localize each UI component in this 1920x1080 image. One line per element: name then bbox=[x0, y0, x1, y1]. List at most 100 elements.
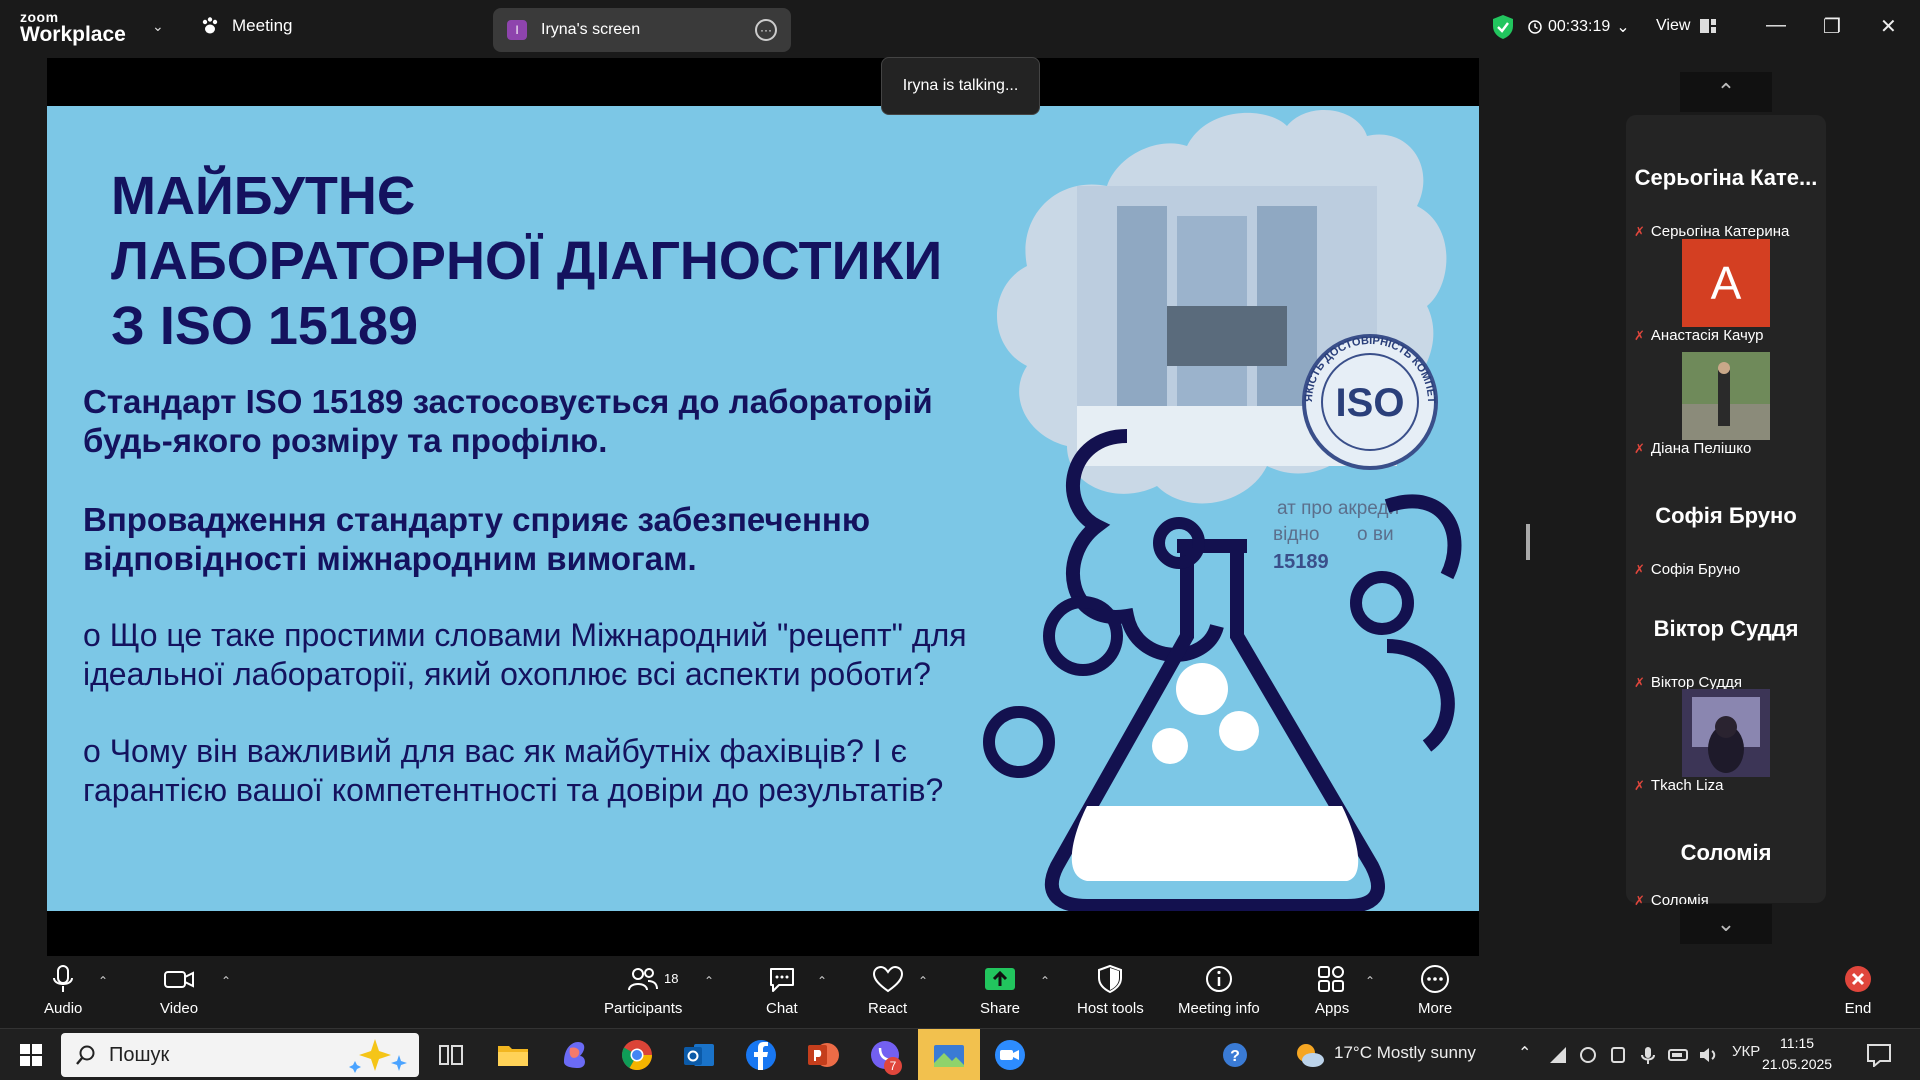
share-options-caret[interactable]: ⌃ bbox=[1040, 974, 1050, 988]
vpn-icon[interactable] bbox=[1578, 1045, 1598, 1065]
bubble-ring bbox=[1350, 571, 1414, 635]
apps-icon bbox=[1318, 966, 1345, 992]
panel-resize-handle[interactable] bbox=[1526, 524, 1530, 560]
participant-display-name: Серьогіна Кате... bbox=[1634, 165, 1818, 190]
timer-value: 00:33:19 bbox=[1548, 18, 1611, 35]
weather-widget[interactable]: 17°C Mostly sunny bbox=[1334, 1043, 1476, 1063]
weather-sun-icon[interactable] bbox=[1290, 1036, 1328, 1074]
overlay-text-4: 15189 bbox=[1273, 551, 1329, 573]
iso-stamp-text: ISO bbox=[1336, 381, 1405, 425]
participants-gallery: Серьогіна Кате... ✗ Серьогіна Катерина А … bbox=[1626, 115, 1826, 909]
meeting-menu[interactable]: Meeting bbox=[200, 16, 292, 36]
copilot-icon[interactable] bbox=[556, 1036, 594, 1074]
scroll-up-button[interactable]: ⌃ bbox=[1680, 72, 1772, 112]
flask-bubble bbox=[1152, 728, 1188, 764]
scroll-down-button[interactable]: ⌄ bbox=[1680, 904, 1772, 944]
audio-options-caret[interactable]: ⌃ bbox=[98, 974, 108, 988]
presenter-badge: I bbox=[507, 20, 527, 40]
photos-icon bbox=[934, 1045, 964, 1067]
mic-muted-icon: ✗ bbox=[1634, 561, 1645, 577]
participant-video bbox=[1682, 352, 1770, 440]
restore-icon[interactable]: ❐ bbox=[1823, 14, 1841, 39]
video-label: Video bbox=[160, 1000, 199, 1017]
end-meeting-button[interactable]: End bbox=[1843, 964, 1873, 1017]
end-call-icon bbox=[1845, 966, 1871, 992]
grid-view-icon bbox=[1700, 19, 1717, 33]
flask-bubble bbox=[1219, 711, 1259, 751]
apps-button[interactable]: Apps bbox=[1315, 964, 1349, 1017]
participant-tile[interactable]: ✗ Діана Пелішко bbox=[1626, 352, 1826, 464]
participant-tile[interactable]: ✗ Tkach Liza bbox=[1626, 689, 1826, 801]
zoom-app-icon[interactable] bbox=[991, 1036, 1029, 1074]
share-button[interactable]: Share bbox=[980, 964, 1020, 1017]
sparkle-icon bbox=[349, 1039, 407, 1073]
view-label: View bbox=[1656, 17, 1691, 34]
microphone-icon bbox=[53, 965, 74, 992]
video-camera-icon bbox=[164, 971, 195, 988]
meeting-info-button[interactable]: Meeting info bbox=[1178, 964, 1260, 1017]
participants-options-caret[interactable]: ⌃ bbox=[704, 974, 714, 988]
audio-button[interactable]: Audio bbox=[44, 964, 82, 1017]
apps-label: Apps bbox=[1315, 1000, 1350, 1017]
participant-tile[interactable]: А ✗ Анастасія Качур bbox=[1626, 239, 1826, 351]
participant-name: Серьогіна Катерина bbox=[1650, 223, 1790, 240]
windows-start-icon[interactable] bbox=[12, 1036, 50, 1074]
logo-line2: Workplace bbox=[20, 23, 126, 46]
host-tools-label: Host tools bbox=[1077, 1000, 1144, 1017]
chevron-down-icon[interactable]: ⌄ bbox=[152, 18, 164, 35]
taskbar-active-app[interactable] bbox=[918, 1029, 980, 1080]
powerpoint-icon[interactable] bbox=[804, 1036, 842, 1074]
chat-label: Chat bbox=[766, 1000, 798, 1017]
taskbar-search-input[interactable]: Пошук bbox=[61, 1033, 419, 1077]
participant-tile[interactable]: Софія Бруно ✗ Софія Бруно bbox=[1626, 473, 1826, 585]
participant-tile[interactable]: Серьогіна Кате... ✗ Серьогіна Катерина bbox=[1626, 135, 1826, 247]
react-options-caret[interactable]: ⌃ bbox=[918, 974, 928, 988]
volume-icon[interactable] bbox=[1698, 1045, 1720, 1065]
clock-time: 11:15 bbox=[1780, 1035, 1815, 1051]
language-indicator[interactable]: УКР bbox=[1732, 1043, 1760, 1060]
microphone-tray-icon[interactable] bbox=[1638, 1045, 1658, 1065]
video-button[interactable]: Video bbox=[160, 964, 198, 1017]
chat-button[interactable]: Chat bbox=[766, 964, 798, 1017]
device-icon[interactable] bbox=[1608, 1045, 1628, 1065]
close-icon[interactable]: ✕ bbox=[1880, 14, 1897, 39]
apps-options-caret[interactable]: ⌃ bbox=[1365, 974, 1375, 988]
view-button[interactable]: View bbox=[1656, 17, 1717, 35]
file-explorer-icon[interactable] bbox=[494, 1036, 532, 1074]
chrome-icon[interactable] bbox=[618, 1036, 656, 1074]
clock-date: 21.05.2025 bbox=[1762, 1056, 1833, 1072]
more-button[interactable]: More bbox=[1418, 964, 1452, 1017]
help-icon[interactable]: ? bbox=[1216, 1036, 1254, 1074]
network-icon[interactable] bbox=[1548, 1045, 1568, 1065]
participant-name: Софія Бруно bbox=[1650, 561, 1741, 578]
zoom-logo[interactable]: zoom Workplace bbox=[20, 10, 126, 45]
meeting-timer[interactable]: 00:33:19 ⌄ bbox=[1528, 17, 1630, 37]
encryption-shield-icon[interactable] bbox=[1492, 14, 1514, 40]
meeting-toolbar: Audio ⌃ Video ⌃ Participants 18 ⌃ Chat ⌃… bbox=[0, 956, 1920, 1028]
chevron-up-icon[interactable]: ⌃ bbox=[1518, 1043, 1531, 1063]
more-options-icon[interactable]: ··· bbox=[755, 19, 777, 41]
host-tools-button[interactable]: Host tools bbox=[1077, 964, 1144, 1017]
outlook-icon[interactable] bbox=[680, 1036, 718, 1074]
search-placeholder: Пошук bbox=[109, 1043, 170, 1066]
minimize-icon[interactable]: — bbox=[1766, 14, 1786, 37]
more-label: More bbox=[1418, 1000, 1453, 1017]
slide-title: МАЙБУТНЄ ЛАБОРАТОРНОЇ ДІАГНОСТИКИ З ISO … bbox=[111, 164, 942, 359]
windows-taskbar: Пошук 7 ? 17°C Mostly sunny ⌃ УКР 11:15 … bbox=[0, 1028, 1920, 1080]
shared-screen-pill[interactable]: I Iryna's screen ··· bbox=[493, 8, 791, 52]
chevron-down-icon: ⌄ bbox=[1616, 19, 1630, 36]
facebook-icon[interactable] bbox=[742, 1036, 780, 1074]
battery-icon[interactable] bbox=[1668, 1045, 1690, 1065]
participant-display-name: Віктор Суддя bbox=[1653, 616, 1799, 641]
chat-options-caret[interactable]: ⌃ bbox=[817, 974, 827, 988]
share-label: Share bbox=[980, 1000, 1021, 1017]
react-button[interactable]: React bbox=[868, 964, 907, 1017]
task-view-icon[interactable] bbox=[432, 1036, 470, 1074]
notifications-icon[interactable] bbox=[1866, 1043, 1892, 1067]
audio-label: Audio bbox=[44, 1000, 83, 1017]
video-options-caret[interactable]: ⌃ bbox=[221, 974, 231, 988]
participant-tile[interactable]: Віктор Суддя ✗ Віктор Суддя bbox=[1626, 586, 1826, 698]
talking-indicator: Iryna is talking... bbox=[881, 57, 1040, 115]
taskbar-clock[interactable]: 11:15 21.05.2025 bbox=[1762, 1033, 1832, 1075]
paw-icon bbox=[202, 17, 218, 34]
